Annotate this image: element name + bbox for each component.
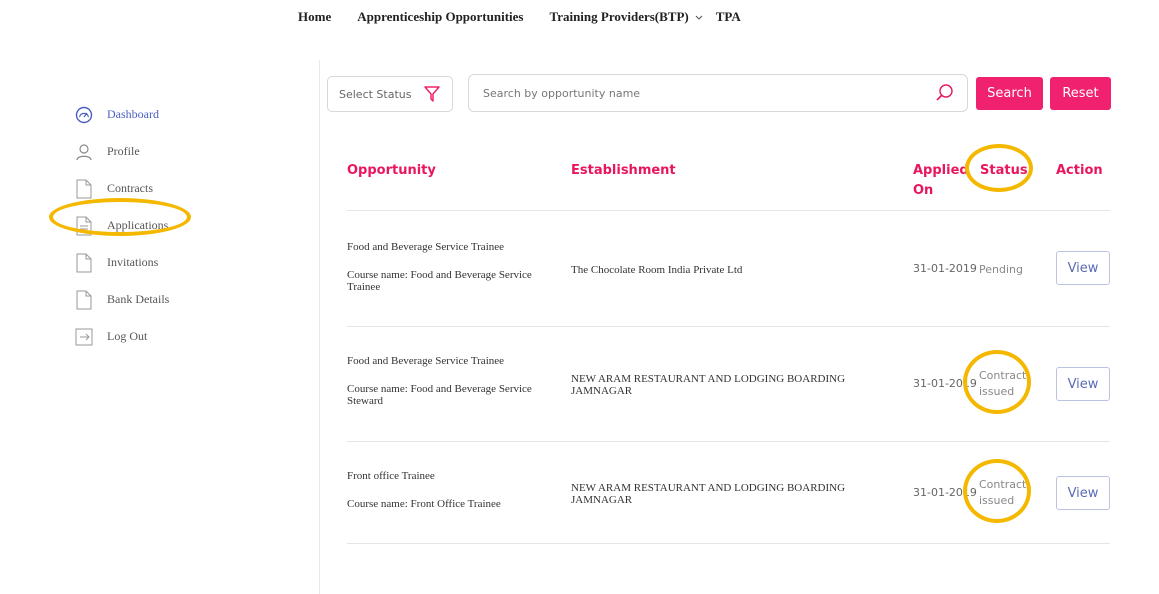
cell-establishment: NEW ARAM RESTAURANT AND LODGING BOARDING… [571, 373, 846, 397]
cell-opportunity: Front office Trainee Course name: Front … [347, 470, 552, 510]
cell-opportunity: Food and Beverage Service Trainee Course… [347, 241, 552, 293]
header-opportunity: Opportunity [347, 163, 436, 178]
sidebar-item-log-out[interactable]: Log Out [74, 318, 274, 355]
status-line1: Contract [979, 369, 1027, 382]
opportunity-title: Food and Beverage Service Trainee [347, 241, 505, 253]
nav-tpa[interactable]: TPA [716, 9, 741, 25]
chevron-down-icon [695, 15, 703, 20]
status-line2: issued [979, 494, 1015, 507]
search-icon[interactable] [935, 83, 955, 103]
sidebar-item-label: Bank Details [107, 292, 170, 306]
document-icon [74, 290, 94, 310]
view-button[interactable]: View [1056, 367, 1110, 401]
sidebar-item-label: Dashboard [107, 107, 159, 121]
header-establishment: Establishment [571, 163, 676, 178]
row-divider [347, 210, 1110, 211]
header-applied-on: Applied On [913, 161, 969, 201]
sidebar-item-applications[interactable]: Applications [74, 207, 274, 244]
status-filter-label: Select Status [339, 87, 412, 101]
course-name: Course name: Front Office Trainee [347, 498, 501, 510]
row-divider [347, 326, 1110, 327]
status-filter-select[interactable]: Select Status [327, 76, 453, 112]
sidebar-item-label: Profile [107, 144, 140, 158]
cell-applied-on: 31-01-2019 [913, 486, 977, 499]
reset-button[interactable]: Reset [1050, 77, 1111, 110]
course-name: Course name: Food and Beverage Service T… [347, 269, 532, 293]
sidebar-item-bank-details[interactable]: Bank Details [74, 281, 274, 318]
course-name: Course name: Food and Beverage Service S… [347, 383, 532, 407]
header-action: Action [1056, 163, 1103, 178]
dashboard-gauge-icon [74, 105, 94, 125]
top-nav: Home Apprenticeship Opportunities Traini… [298, 9, 767, 25]
cell-applied-on: 31-01-2019 [913, 377, 977, 390]
sidebar-item-label: Log Out [107, 329, 148, 343]
sidebar: Dashboard Profile Contracts Applications… [74, 96, 274, 355]
cell-applied-on: 31-01-2019 [913, 262, 977, 275]
search-button[interactable]: Search [976, 77, 1043, 110]
logout-icon [74, 327, 94, 347]
user-icon [74, 142, 94, 162]
row-divider [347, 543, 1110, 544]
status-line2: issued [979, 385, 1015, 398]
nav-apprenticeship-opportunities[interactable]: Apprenticeship Opportunities [357, 9, 523, 25]
cell-establishment: The Chocolate Room India Private Ltd [571, 264, 743, 276]
header-status: Status [980, 163, 1028, 178]
sidebar-item-profile[interactable]: Profile [74, 133, 274, 170]
sidebar-item-label: Invitations [107, 255, 159, 269]
cell-status: Contract issued [979, 368, 1029, 400]
nav-home[interactable]: Home [298, 9, 331, 25]
sidebar-item-label: Contracts [107, 181, 153, 195]
cell-status: Pending [979, 262, 1029, 278]
cell-opportunity: Food and Beverage Service Trainee Course… [347, 355, 552, 407]
sidebar-item-dashboard[interactable]: Dashboard [74, 96, 274, 133]
nav-training-providers[interactable]: Training Providers(BTP) [549, 9, 703, 25]
cell-status: Contract issued [979, 477, 1029, 509]
filter-funnel-icon [424, 86, 441, 102]
status-line1: Contract [979, 478, 1027, 491]
view-button[interactable]: View [1056, 476, 1110, 510]
search-input[interactable] [483, 86, 935, 100]
document-icon [74, 179, 94, 199]
opportunity-title: Front office Trainee [347, 470, 435, 482]
opportunity-title: Food and Beverage Service Trainee [347, 355, 505, 367]
nav-training-providers-label: Training Providers(BTP) [549, 9, 689, 24]
sidebar-divider [319, 60, 320, 594]
sidebar-item-label: Applications [107, 218, 169, 232]
cell-establishment: NEW ARAM RESTAURANT AND LODGING BOARDING… [571, 482, 846, 506]
row-divider [347, 441, 1110, 442]
document-icon [74, 253, 94, 273]
status-line1: Pending [979, 263, 1023, 276]
sidebar-item-contracts[interactable]: Contracts [74, 170, 274, 207]
header-applied-on-line1: Applied [913, 163, 969, 178]
header-applied-on-line2: On [913, 183, 934, 198]
sidebar-item-invitations[interactable]: Invitations [74, 244, 274, 281]
view-button[interactable]: View [1056, 251, 1110, 285]
document-lines-icon [74, 216, 94, 236]
search-box [468, 74, 968, 112]
